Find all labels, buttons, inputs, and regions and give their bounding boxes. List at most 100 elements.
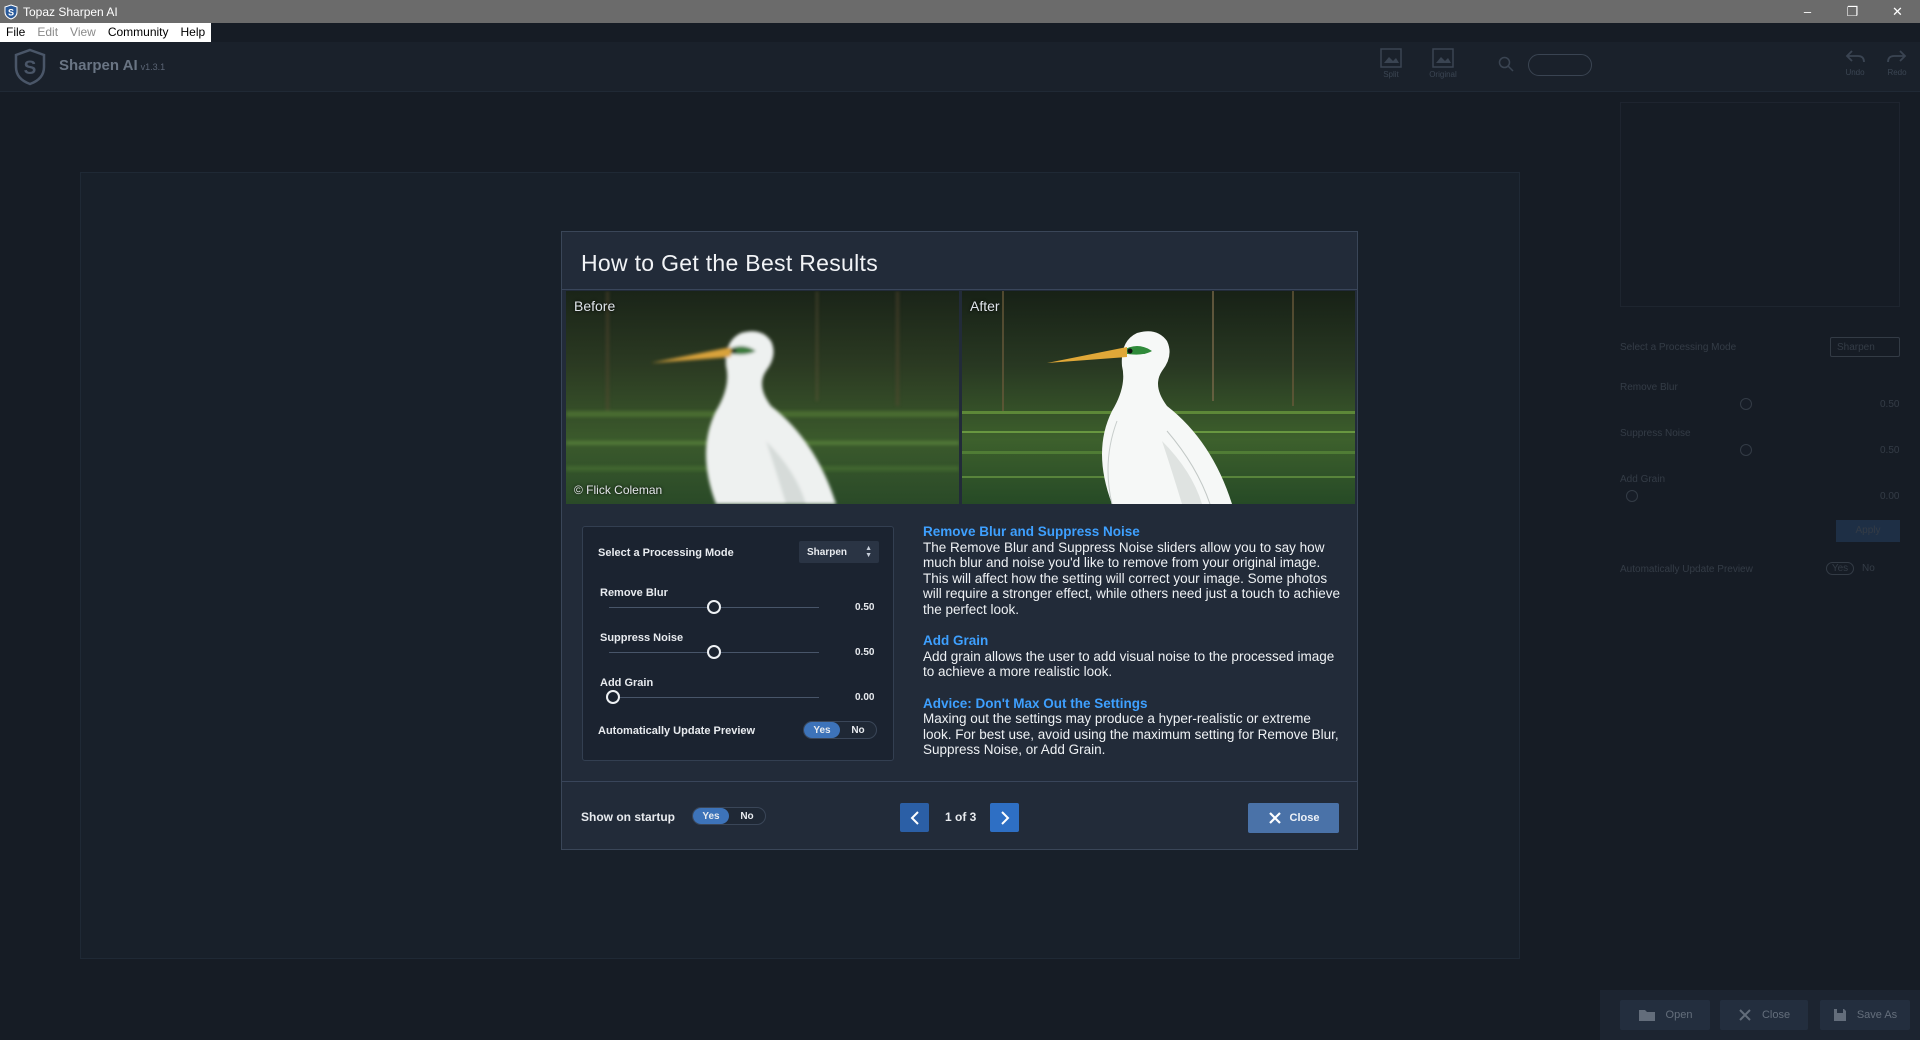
side-slider-label: Suppress Noise [1620,428,1691,439]
navigator-box [1620,102,1900,307]
grid-view-icon [1380,48,1402,68]
mode-label: Select a Processing Mode [598,547,734,559]
side-no-option[interactable]: No [1862,563,1875,574]
side-slider-label: Remove Blur [1620,382,1678,393]
egret-after-photo [962,291,1355,504]
app-version: v1.3.1 [140,62,166,72]
bottom-bar: Open Close Save As [1600,990,1920,1040]
remove-blur-knob[interactable] [707,600,721,614]
suppress-noise-knob[interactable] [707,645,721,659]
side-auto-update-label: Automatically Update Preview [1620,564,1753,575]
side-yes-option[interactable]: Yes [1826,562,1854,575]
section-body: Add grain allows the user to add visual … [923,648,1335,680]
chevron-left-icon [910,810,919,825]
before-image: Before © Flick Coleman [566,291,959,504]
redo-icon [1887,50,1907,63]
split-view-button[interactable]: Split [1376,48,1406,79]
close-dialog-button[interactable]: Close [1248,803,1339,833]
show-on-startup-label: Show on startup [581,810,675,824]
previous-page-button[interactable] [900,803,929,832]
app-name: Sharpen AI v1.3.1 [59,57,165,74]
chevron-right-icon [1000,810,1009,825]
zoom-select[interactable] [1528,54,1592,76]
startup-yes[interactable]: Yes [693,808,729,824]
close-icon [1268,812,1281,824]
window-titlebar: S Topaz Sharpen AI – ❐ ✕ [0,0,1920,23]
svg-text:S: S [8,7,14,17]
page-indicator: 1 of 3 [945,810,977,824]
section-heading: Add Grain [923,633,989,648]
add-grain-track[interactable] [609,697,819,698]
auto-update-toggle[interactable]: Yes No [803,721,877,739]
settings-preview-card: Select a Processing Mode Sharpen ▲ ▼ Remo… [582,526,894,761]
app-name-text: Sharpen AI [59,57,138,74]
section-body: Maxing out the settings may produce a hy… [923,711,1339,757]
menu-community[interactable]: Community [102,23,175,42]
suppress-noise-value: 0.50 [855,647,875,658]
window-title: Topaz Sharpen AI [23,4,118,19]
original-view-button[interactable]: Original [1426,48,1460,79]
auto-update-label: Automatically Update Preview [598,725,756,737]
close-window-button[interactable]: ✕ [1875,0,1920,23]
auto-update-no[interactable]: No [840,722,876,738]
save-icon [1833,1009,1846,1021]
side-slider-label: Add Grain [1620,474,1666,485]
add-grain-knob[interactable] [606,690,620,704]
close-image-button[interactable]: Close [1720,1000,1808,1030]
suppress-noise-label: Suppress Noise [600,632,684,644]
remove-blur-value: 0.50 [855,602,875,613]
menu-file[interactable]: File [0,23,31,42]
close-icon [1739,1009,1751,1021]
dialog-title: How to Get the Best Results [581,250,879,276]
side-slider-value: 0.50 [1880,445,1900,456]
settings-panel: Select a Processing Mode Sharpen Remove … [1600,92,1920,992]
close-dialog-label: Close [1289,812,1320,824]
side-mode-label: Select a Processing Mode [1620,342,1737,353]
topaz-logo-icon: S [4,3,18,20]
zoom-control[interactable] [1492,54,1592,76]
side-slider-value: 0.00 [1880,491,1900,502]
sharpen-logo-icon: S [14,48,46,86]
select-arrows-icon: ▲ ▼ [865,545,872,559]
side-slider-knob[interactable] [1740,444,1752,456]
divider [562,781,1357,782]
split-view-label: Split [1383,70,1399,79]
open-button[interactable]: Open [1620,1000,1710,1030]
section-heading: Remove Blur and Suppress Noise [923,524,1140,539]
original-view-label: Original [1429,70,1457,79]
close-image-label: Close [1761,1009,1791,1021]
app-header: S Sharpen AI v1.3.1 Split Original Undo R… [0,42,1920,92]
undo-button[interactable]: Undo [1840,48,1870,77]
divider [562,289,1357,290]
redo-button[interactable]: Redo [1882,48,1912,77]
menu-view[interactable]: View [64,23,102,42]
zoom-icon [1498,56,1514,72]
section-body: The Remove Blur and Suppress Noise slide… [923,539,1340,617]
startup-no[interactable]: No [729,808,765,824]
side-mode-select[interactable]: Sharpen [1830,337,1900,357]
save-as-button[interactable]: Save As [1820,1000,1910,1030]
side-slider-knob[interactable] [1740,398,1752,410]
before-label: Before [574,298,616,314]
save-as-label: Save As [1856,1009,1898,1021]
minimize-button[interactable]: – [1785,0,1830,23]
apply-button[interactable]: Apply [1836,520,1900,542]
menu-help[interactable]: Help [175,23,212,42]
undo-icon [1845,50,1865,63]
side-slider-value: 0.50 [1880,399,1900,410]
best-results-dialog: How to Get the Best Results Before © Fli… [561,231,1358,850]
restore-button[interactable]: ❐ [1830,0,1875,23]
menu-edit[interactable]: Edit [31,23,64,42]
open-label: Open [1665,1009,1693,1021]
next-page-button[interactable] [990,803,1019,832]
mode-select[interactable]: Sharpen ▲ ▼ [799,541,879,563]
show-on-startup-toggle[interactable]: Yes No [692,807,766,825]
side-slider-knob[interactable] [1626,490,1638,502]
auto-update-yes[interactable]: Yes [804,722,840,738]
section-heading: Advice: Don't Max Out the Settings [923,695,1148,711]
help-text: Remove Blur and Suppress Noise The Remov… [923,524,1343,774]
add-grain-value: 0.00 [855,692,875,703]
image-view-icon [1432,48,1454,68]
folder-icon [1638,1010,1655,1021]
after-label: After [970,298,1000,314]
